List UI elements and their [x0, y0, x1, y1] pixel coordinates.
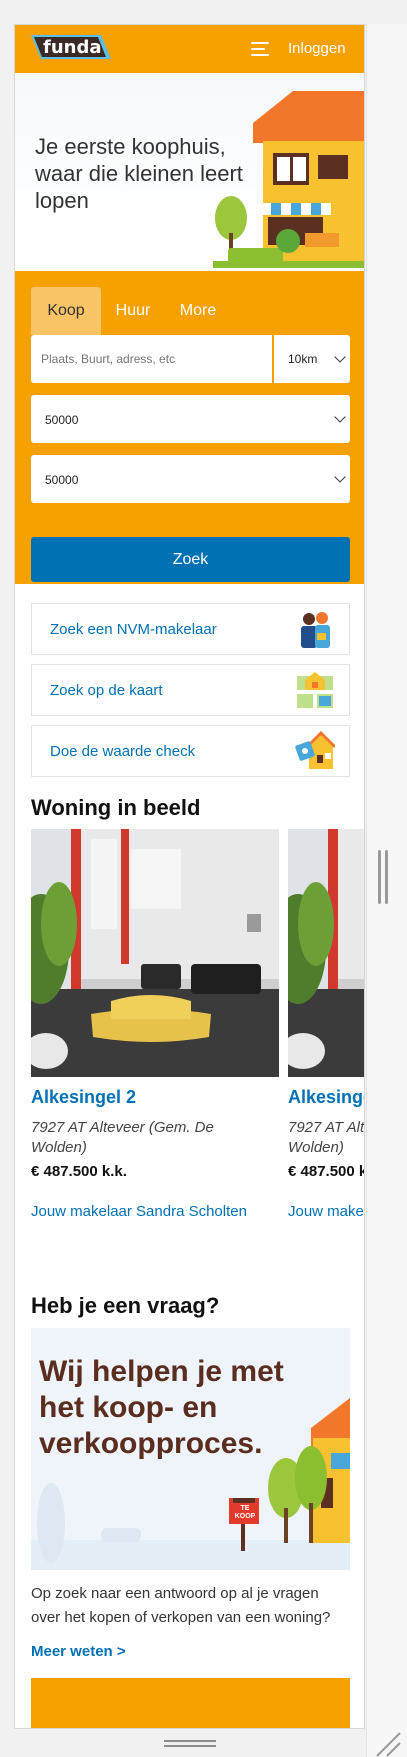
search-panel: Koop Huur More 10km 50000 50000 Zoek	[15, 271, 364, 584]
price-to-value: 50000	[45, 473, 79, 487]
listing-agent-link[interactable]: Jouw makelaar Sandra Scholten	[288, 1203, 364, 1220]
search-button[interactable]: Zoek	[31, 537, 350, 582]
site-header: funda Inloggen	[15, 25, 364, 73]
funda-logo-text: funda	[43, 37, 102, 58]
chevron-down-icon	[334, 411, 346, 423]
promo-banner	[31, 1678, 350, 1728]
listing-city: 7927 AT Alteveer (Gem. De Wolden)	[288, 1119, 365, 1156]
hamburger-menu-icon[interactable]	[251, 42, 269, 56]
radius-select[interactable]: 10km	[274, 335, 350, 383]
quick-link-label: Doe de waarde check	[50, 743, 196, 760]
radius-value: 10km	[288, 352, 318, 366]
location-input[interactable]	[31, 335, 272, 383]
chevron-down-icon	[334, 351, 346, 363]
listing-price: € 487.500 k.k.	[31, 1163, 127, 1180]
listing-photo[interactable]	[288, 829, 365, 1077]
house-value-icon	[295, 731, 335, 769]
resize-handle-bottom[interactable]	[164, 1738, 216, 1750]
listing-street[interactable]: Alkesingel 2	[288, 1087, 364, 1108]
agents-icon	[301, 612, 330, 648]
featured-section-title: Woning in beeld	[31, 795, 201, 820]
resize-handle-right[interactable]	[378, 850, 390, 904]
quick-link-makelaar[interactable]: Zoek een NVM-makelaar	[31, 603, 350, 655]
te-koop-sign-text: TE KOOP	[234, 1505, 256, 1520]
listing-city: 7927 AT Alteveer (Gem. De Wolden)	[31, 1119, 214, 1156]
location-field: 10km	[31, 335, 350, 383]
mobile-viewport: funda Inloggen Je eerste koophuis, waar …	[14, 24, 365, 1729]
listing-agent-link[interactable]: Jouw makelaar Sandra Scholten	[31, 1203, 247, 1220]
login-link[interactable]: Inloggen	[288, 40, 346, 57]
listing-price: € 487.500 k.k.	[288, 1163, 364, 1180]
map-icon	[297, 672, 333, 708]
house-illustration	[213, 91, 364, 268]
tab-huur[interactable]: Huur	[103, 287, 163, 335]
price-from-value: 50000	[45, 413, 79, 427]
help-section-title: Heb je een vraag?	[31, 1293, 220, 1318]
quick-link-label: Zoek een NVM-makelaar	[50, 621, 217, 638]
help-banner-text: Wij helpen je met het koop- en verkooppr…	[39, 1355, 284, 1460]
more-info-link[interactable]: Meer weten >	[31, 1643, 126, 1660]
price-to-select[interactable]: 50000	[31, 455, 350, 503]
listing-photo[interactable]	[31, 829, 279, 1077]
resize-corner-icon[interactable]	[371, 1727, 401, 1757]
quick-link-label: Zoek op de kaart	[50, 682, 163, 699]
hero-banner: Je eerste koophuis, waar die kleinen lee…	[15, 73, 364, 271]
quick-link-kaart[interactable]: Zoek op de kaart	[31, 664, 350, 716]
quick-link-waardecheck[interactable]: Doe de waarde check	[31, 725, 350, 777]
tab-more[interactable]: More	[165, 287, 231, 335]
price-from-select[interactable]: 50000	[31, 395, 350, 443]
help-banner[interactable]: Wij helpen je met het koop- en verkooppr…	[31, 1328, 350, 1570]
tab-koop[interactable]: Koop	[31, 287, 101, 335]
funda-logo[interactable]: funda	[27, 32, 113, 62]
chevron-down-icon	[334, 471, 346, 483]
listing-street[interactable]: Alkesingel 2	[31, 1087, 136, 1108]
help-text: Op zoek naar een antwoord op al je vrage…	[31, 1585, 331, 1626]
